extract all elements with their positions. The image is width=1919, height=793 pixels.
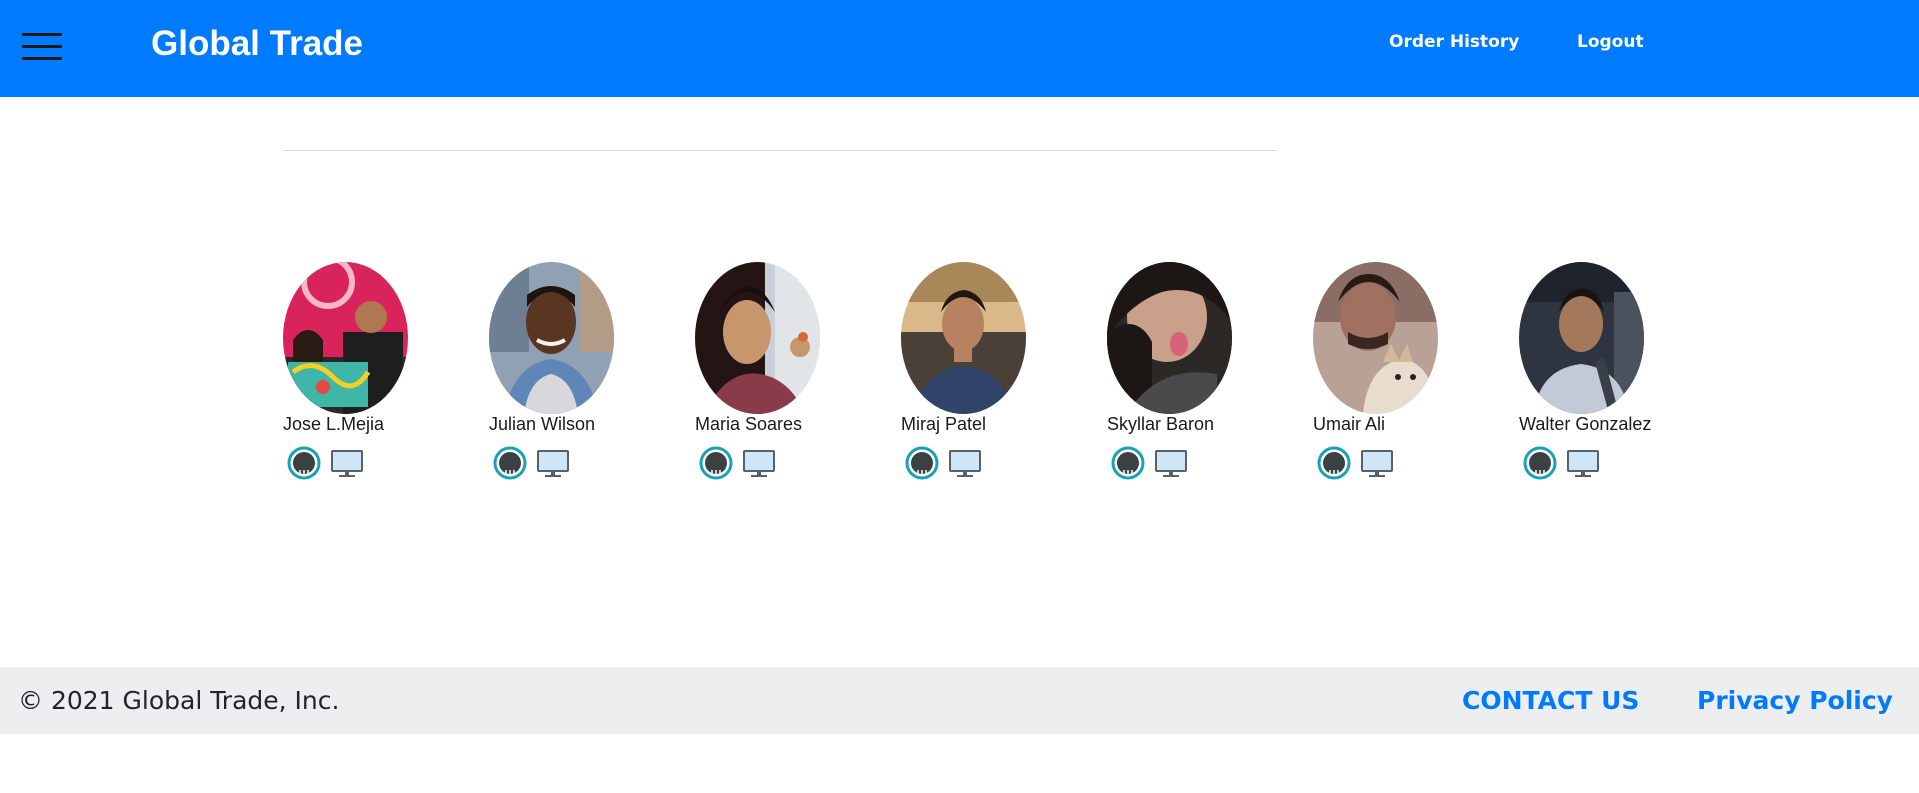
- github-icon[interactable]: [699, 446, 733, 480]
- team-member-card: Walter Gonzalez: [1519, 262, 1719, 492]
- top-navbar: Global Trade Order History Logout: [0, 0, 1919, 97]
- avatar: [1107, 262, 1232, 414]
- nav-order-history[interactable]: Order History: [1389, 30, 1519, 54]
- monitor-icon[interactable]: [1154, 449, 1188, 479]
- copyright-text: © 2021 Global Trade, Inc.: [18, 686, 340, 715]
- monitor-icon[interactable]: [742, 449, 776, 479]
- member-name: Miraj Patel: [901, 414, 987, 434]
- section-divider: [283, 150, 1277, 151]
- avatar: [489, 262, 614, 414]
- github-icon[interactable]: [1317, 446, 1351, 480]
- team-member-card: Miraj Patel: [901, 262, 1101, 492]
- member-name: Walter Gonzalez: [1519, 414, 1652, 434]
- avatar: [283, 262, 408, 414]
- member-name: Skyllar Baron: [1107, 414, 1215, 434]
- member-name: Jose L.Mejia: [283, 414, 385, 434]
- monitor-icon[interactable]: [536, 449, 570, 479]
- team-member-card: Julian Wilson: [489, 262, 689, 492]
- member-name: Maria Soares: [695, 414, 803, 434]
- monitor-icon[interactable]: [330, 449, 364, 479]
- github-icon[interactable]: [1523, 446, 1557, 480]
- team-member-card: Skyllar Baron: [1107, 262, 1307, 492]
- nav-logout[interactable]: Logout: [1577, 30, 1644, 54]
- avatar: [695, 262, 820, 414]
- monitor-icon[interactable]: [1566, 449, 1600, 479]
- contact-us-link[interactable]: CONTACT US: [1462, 685, 1639, 717]
- team-list: Jose L.Mejia Julian Wilson Maria Soares …: [283, 262, 1723, 492]
- team-member-card: Jose L.Mejia: [283, 262, 483, 492]
- page-footer: © 2021 Global Trade, Inc. CONTACT US Pri…: [0, 667, 1919, 734]
- privacy-policy-link[interactable]: Privacy Policy: [1697, 685, 1893, 717]
- member-name: Julian Wilson: [489, 414, 596, 434]
- member-name: Umair Ali: [1313, 414, 1386, 434]
- monitor-icon[interactable]: [1360, 449, 1394, 479]
- menu-icon[interactable]: [22, 33, 62, 61]
- brand-title[interactable]: Global Trade: [151, 22, 363, 66]
- team-member-card: Maria Soares: [695, 262, 895, 492]
- github-icon[interactable]: [493, 446, 527, 480]
- avatar: [1519, 262, 1644, 414]
- github-icon[interactable]: [1111, 446, 1145, 480]
- github-icon[interactable]: [905, 446, 939, 480]
- team-member-card: Umair Ali: [1313, 262, 1513, 492]
- avatar: [901, 262, 1026, 414]
- avatar: [1313, 262, 1438, 414]
- github-icon[interactable]: [287, 446, 321, 480]
- monitor-icon[interactable]: [948, 449, 982, 479]
